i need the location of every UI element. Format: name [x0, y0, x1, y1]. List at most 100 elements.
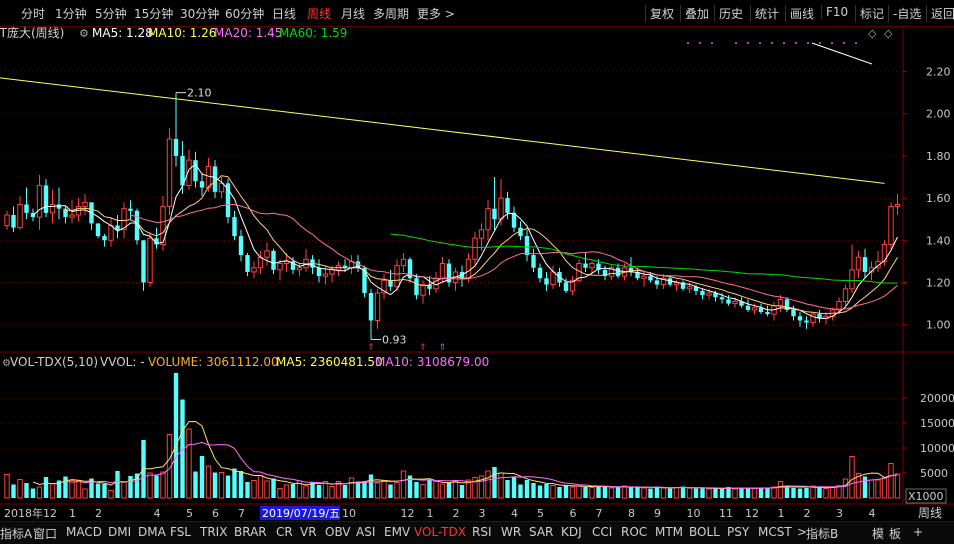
volume-bar-79 — [518, 484, 523, 498]
indicator-tab-28[interactable]: + — [913, 525, 923, 539]
period-tab-10[interactable]: 更多 > — [417, 5, 455, 22]
candle-body-56 — [368, 293, 374, 321]
candle-body-12 — [82, 201, 88, 208]
volume-bar-42 — [277, 488, 283, 499]
period-tab-7[interactable]: 周线 — [307, 5, 331, 22]
indicator-tab-18[interactable]: CCI — [592, 525, 612, 539]
period-tab-1[interactable]: 1分钟 — [55, 5, 87, 22]
volume-bar-93 — [608, 487, 615, 499]
volume-bar-65 — [427, 480, 432, 498]
volume-bar-102 — [667, 488, 673, 498]
indicator-tab-23[interactable]: MCST — [758, 525, 792, 539]
volume-bar-100 — [654, 486, 660, 498]
top-dot-13 — [855, 42, 857, 44]
candle-body-100 — [654, 280, 660, 285]
indicator-tab-3[interactable]: DMI — [108, 525, 131, 539]
tool-button-5[interactable]: F10 — [821, 5, 848, 19]
period-tab-0[interactable]: 分时 — [21, 5, 45, 22]
diamond-icon[interactable]: ◇ — [868, 27, 877, 40]
tool-button-2[interactable]: 历史 — [714, 5, 743, 22]
volume-bar-108 — [706, 488, 712, 499]
period-tab-5[interactable]: 60分钟 — [225, 5, 264, 22]
tool-button-8[interactable]: 返回 — [926, 5, 954, 22]
top-dot-0 — [687, 42, 689, 44]
indicator-tab-19[interactable]: ROC — [621, 525, 647, 539]
volume-bar-38 — [251, 480, 257, 499]
tool-button-1[interactable]: 叠加 — [680, 5, 709, 22]
volume-bar-66 — [433, 481, 439, 499]
volume-bar-85 — [557, 487, 562, 498]
volume-bar-133 — [868, 479, 875, 499]
indicator-tab-6[interactable]: TRIX — [200, 525, 227, 539]
indicator-tab-8[interactable]: CR — [276, 525, 293, 539]
period-tab-3[interactable]: 15分钟 — [134, 5, 173, 22]
indicator-tab-1[interactable]: 窗口 — [33, 525, 57, 542]
indicator-tab-0[interactable]: 指标A — [0, 525, 32, 542]
indicator-tab-7[interactable]: BRAR — [234, 525, 267, 539]
indicator-tab-16[interactable]: SAR — [529, 525, 553, 539]
indicator-tab-12[interactable]: EMV — [384, 525, 410, 539]
indicator-tab-26[interactable]: 模 — [872, 525, 884, 542]
candle-body-31 — [205, 165, 212, 189]
settings-icon[interactable]: ⚙ — [79, 27, 89, 40]
tool-button-0[interactable]: 复权 — [645, 5, 674, 22]
period-toolbar: 分时 1分钟 5分钟 15分钟 30分钟 60分钟 日线 周线 月线 多周期 更多 > 复权 叠加 历史统… — [0, 0, 954, 27]
tool-button-3[interactable]: 统计 — [750, 5, 779, 22]
volume-bar-107 — [700, 488, 705, 498]
indicator-tab-17[interactable]: KDJ — [561, 525, 582, 539]
candle-body-76 — [498, 197, 504, 220]
indicator-tab-9[interactable]: VR — [300, 525, 317, 539]
indicator-tab-5[interactable]: FSL — [170, 525, 191, 539]
candle-body-14 — [95, 223, 101, 237]
tool-button-4[interactable]: 画线 — [785, 5, 814, 22]
tool-button-6[interactable]: 标记 — [855, 5, 884, 22]
indicator-tab-2[interactable]: MACD — [66, 525, 102, 539]
x-axis-label-21: 12 — [745, 507, 759, 520]
candle-body-38 — [251, 267, 257, 273]
period-tab-9[interactable]: 多周期 — [373, 5, 409, 22]
vol-settings-icon[interactable]: ⚙ — [2, 358, 11, 369]
x-axis-label-9: 12 — [401, 507, 415, 520]
candle-body-60 — [394, 265, 400, 288]
x-axis-label-2: 1 — [69, 507, 76, 520]
top-dot-7 — [783, 42, 785, 44]
volume-bar-22 — [147, 472, 153, 499]
x-axis-label-3: 2 — [95, 507, 102, 520]
volume-bar-15 — [102, 484, 107, 498]
indicator-tab-21[interactable]: BOLL — [689, 525, 720, 539]
candle-body-62 — [407, 259, 413, 279]
candle-body-8 — [56, 204, 62, 209]
candle-body-2 — [17, 203, 23, 229]
period-tab-6[interactable]: 日线 — [272, 5, 296, 22]
period-tab-2[interactable]: 5分钟 — [95, 5, 127, 22]
candle-body-89 — [583, 263, 588, 268]
x-axis-label-11: 2 — [453, 507, 460, 520]
price-tick-label-0: 1.00 — [926, 319, 951, 332]
indicator-tab-22[interactable]: PSY — [727, 525, 749, 539]
indicator-tab-14[interactable]: RSI — [472, 525, 492, 539]
volume-bar-125 — [817, 487, 822, 498]
indicator-tab-20[interactable]: MTM — [655, 525, 683, 539]
volume-bar-129 — [842, 478, 849, 499]
indicator-tabs: 指标A 窗口 MACD DMI DMA FSL TRIX BRAR CR VR OBV ASI EMV V… — [0, 521, 954, 544]
candle-body-33 — [218, 182, 225, 193]
diamond-icon-2[interactable]: ◇ — [884, 27, 893, 40]
volume-bar-17 — [115, 471, 120, 498]
top-dot-1 — [699, 42, 701, 44]
indicator-tab-11[interactable]: ASI — [356, 525, 375, 539]
indicator-tab-10[interactable]: OBV — [325, 525, 351, 539]
x-axis-label-25: 4 — [869, 507, 876, 520]
period-tab-4[interactable]: 30分钟 — [180, 5, 219, 22]
tool-button-7[interactable]: -自选 — [888, 5, 921, 22]
indicator-tab-27[interactable]: 板 — [889, 525, 901, 542]
indicator-tab-25[interactable]: 指标B — [806, 525, 838, 542]
volume-bar-19 — [128, 476, 133, 498]
candle-body-15 — [102, 236, 107, 241]
indicator-tab-4[interactable]: DMA — [138, 525, 166, 539]
indicator-tab-13[interactable]: VOL-TDX — [414, 525, 466, 539]
volume-bar-104 — [680, 486, 686, 498]
x-axis-label-1: 12 — [43, 507, 57, 520]
period-tab-8[interactable]: 月线 — [341, 5, 365, 22]
indicator-tab-15[interactable]: WR — [501, 525, 521, 539]
volume-bar-12 — [82, 488, 88, 499]
